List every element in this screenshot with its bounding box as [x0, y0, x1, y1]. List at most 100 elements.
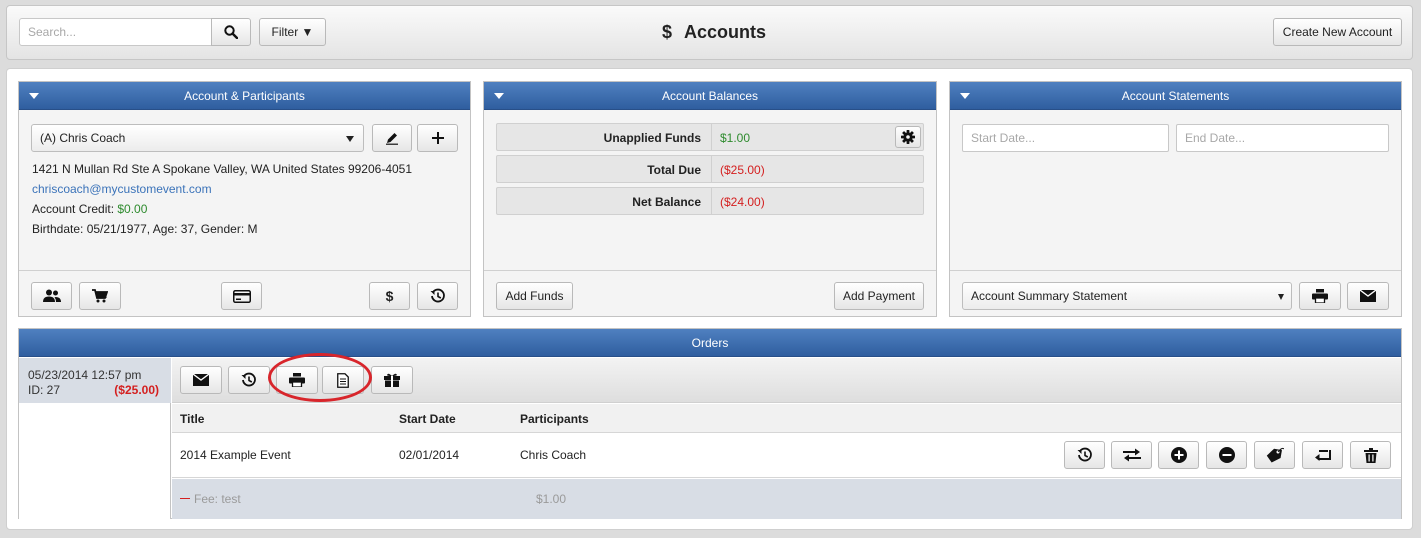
users-icon — [42, 289, 61, 302]
history-icon — [430, 288, 445, 303]
column-header-participants: Participants — [520, 412, 589, 426]
statement-type-value: Account Summary Statement — [971, 289, 1128, 303]
order-gift-button[interactable] — [371, 366, 413, 394]
return-arrow-icon — [1314, 450, 1331, 461]
fee-label: Fee: test — [194, 492, 241, 506]
pencil-icon — [386, 133, 398, 145]
balance-row-total-due: Total Due ($25.00) — [496, 155, 924, 183]
panel-footer: Add Funds Add Payment — [484, 270, 936, 316]
column-header-title: Title — [180, 412, 205, 426]
order-list-item[interactable]: 05/23/2014 12:57 pm ID: 27 ($25.00) — [19, 358, 171, 403]
history-icon — [241, 372, 256, 387]
email-order-button[interactable] — [180, 366, 222, 394]
gift-icon — [384, 373, 400, 387]
order-table-header: Title Start Date Participants — [172, 404, 1401, 433]
panel-header[interactable]: Account Statements — [950, 82, 1401, 110]
trash-icon — [1363, 447, 1378, 463]
main-content: Account & Participants (A) Chris Coach 1… — [6, 68, 1413, 530]
refund-item-button[interactable] — [1302, 441, 1343, 469]
top-toolbar: Filter ▼ $ Accounts Create New Account — [6, 5, 1413, 60]
dropdown-arrow-icon — [346, 136, 354, 142]
balance-label: Unapplied Funds — [603, 131, 701, 145]
history-icon — [1077, 447, 1092, 462]
balance-row-unapplied-funds: Unapplied Funds $1.00 — [496, 123, 924, 151]
panel-header[interactable]: Account Balances — [484, 82, 936, 110]
highlight-annotation — [268, 353, 372, 402]
balance-value: $1.00 — [720, 131, 751, 145]
transfer-item-button[interactable] — [1111, 441, 1152, 469]
dropdown-arrow-icon — [1278, 294, 1284, 300]
page-title: $ Accounts — [662, 22, 766, 43]
add-participant-button[interactable] — [417, 124, 458, 152]
cart-button[interactable] — [79, 282, 121, 310]
search-button[interactable] — [211, 18, 251, 46]
add-payment-button[interactable]: Add Payment — [834, 282, 924, 310]
collapse-caret-icon[interactable] — [494, 93, 504, 99]
credit-card-button[interactable] — [221, 282, 262, 310]
plus-circle-icon — [1170, 447, 1187, 463]
start-date-input[interactable] — [962, 124, 1169, 152]
account-address: 1421 N Mullan Rd Ste A Spokane Valley, W… — [32, 162, 413, 176]
end-date-input[interactable] — [1176, 124, 1389, 152]
print-icon — [1312, 289, 1328, 303]
order-participants: Chris Coach — [520, 448, 587, 462]
account-credit: Account Credit: $0.00 — [32, 202, 147, 216]
account-email-link[interactable]: chriscoach@mycustomevent.com — [32, 182, 212, 196]
balance-label: Net Balance — [632, 195, 701, 209]
minus-circle-icon — [1218, 447, 1235, 463]
divider — [711, 156, 712, 182]
order-title: 2014 Example Event — [180, 448, 291, 462]
gear-icon — [901, 130, 915, 144]
order-amount: ($25.00) — [114, 383, 159, 397]
panel-header: Orders — [19, 329, 1401, 357]
order-history-button[interactable] — [228, 366, 270, 394]
tag-icon — [1266, 447, 1284, 463]
add-item-button[interactable] — [1158, 441, 1199, 469]
item-history-button[interactable] — [1064, 441, 1105, 469]
unapplied-funds-settings-button[interactable] — [895, 126, 921, 148]
credit-value: $0.00 — [117, 202, 148, 216]
account-history-button[interactable] — [417, 282, 458, 310]
transfer-arrows-icon — [1122, 448, 1141, 462]
account-statements-panel: Account Statements Account Summary State… — [949, 81, 1402, 317]
balance-label: Total Due — [647, 163, 701, 177]
order-start-date: 02/01/2014 — [399, 448, 460, 462]
panel-title: Account & Participants — [184, 88, 305, 103]
add-funds-button[interactable]: Add Funds — [496, 282, 573, 310]
orders-panel: Orders 05/23/2014 12:57 pm ID: 27 ($25.0… — [18, 328, 1402, 519]
dollar-icon: $ — [385, 288, 394, 304]
collapse-caret-icon[interactable] — [29, 93, 39, 99]
account-participants-panel: Account & Participants (A) Chris Coach 1… — [18, 81, 471, 317]
table-row[interactable]: 2014 Example Event 02/01/2014 Chris Coac… — [172, 434, 1401, 478]
divider — [711, 188, 712, 214]
fee-row: Fee: test $1.00 — [172, 479, 1401, 519]
panel-footer: Account Summary Statement — [950, 270, 1401, 316]
shopping-cart-icon — [92, 289, 108, 303]
balance-value: ($25.00) — [720, 163, 765, 177]
filter-button[interactable]: Filter ▼ — [259, 18, 326, 46]
search-input[interactable] — [19, 18, 212, 46]
envelope-icon — [193, 374, 209, 386]
statement-type-select[interactable]: Account Summary Statement — [962, 282, 1292, 310]
fee-dash-icon — [180, 498, 190, 499]
delete-item-button[interactable] — [1350, 441, 1391, 469]
account-balances-panel: Account Balances Unapplied Funds $1.00 T… — [483, 81, 937, 317]
participant-select-value: (A) Chris Coach — [40, 131, 126, 145]
panel-header[interactable]: Account & Participants — [19, 82, 470, 110]
search-group — [19, 18, 256, 46]
participant-select[interactable]: (A) Chris Coach — [31, 124, 364, 152]
dollar-icon: $ — [662, 22, 673, 42]
collapse-caret-icon[interactable] — [960, 93, 970, 99]
print-statement-button[interactable] — [1299, 282, 1341, 310]
discount-tag-button[interactable] — [1254, 441, 1295, 469]
remove-item-button[interactable] — [1206, 441, 1247, 469]
plus-icon — [431, 132, 444, 144]
order-list: 05/23/2014 12:57 pm ID: 27 ($25.00) — [19, 358, 171, 519]
column-header-start-date: Start Date — [399, 412, 456, 426]
participant-details: Birthdate: 05/21/1977, Age: 37, Gender: … — [32, 222, 258, 236]
email-statement-button[interactable] — [1347, 282, 1389, 310]
payments-button[interactable]: $ — [369, 282, 410, 310]
create-new-account-button[interactable]: Create New Account — [1273, 18, 1402, 46]
participants-button[interactable] — [31, 282, 72, 310]
edit-participant-button[interactable] — [372, 124, 412, 152]
